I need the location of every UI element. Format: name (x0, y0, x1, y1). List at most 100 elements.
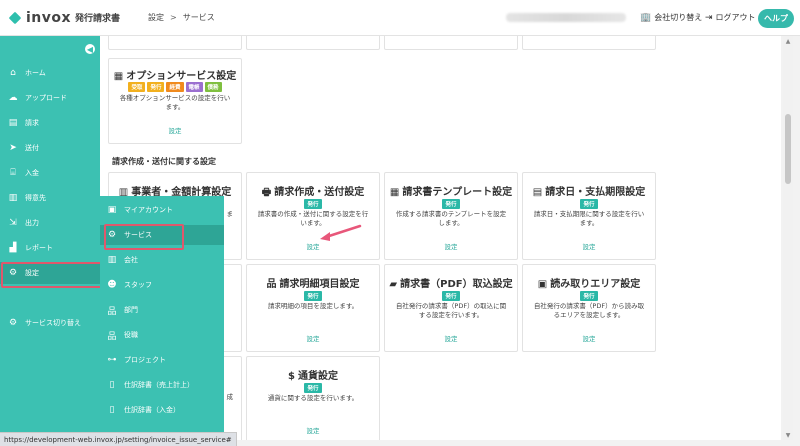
card-partial-top-4 (522, 36, 656, 50)
bank-icon: ⌸ (10, 168, 16, 178)
tag-issue: 発行 (580, 199, 598, 209)
tag-receive: 受取 (128, 82, 146, 92)
sidebar-item-upload[interactable]: ☁ アップロード (0, 87, 100, 109)
card-tags: 発行 (523, 291, 655, 301)
logo-subtitle: 発行請求書 (75, 14, 121, 24)
scroll-thumb[interactable] (785, 114, 791, 184)
logout-icon: ⇥ (705, 12, 713, 23)
annotation-arrow-icon (320, 224, 362, 241)
switch-icon: ⚙ (8, 318, 18, 328)
book-icon: ▯ (109, 380, 115, 390)
tag-issue: 発行 (304, 291, 322, 301)
card-tags: 発行 (247, 199, 379, 209)
card-settings-link[interactable]: 設定 (385, 241, 517, 251)
card-title: ▣ 読み取りエリア設定 (537, 279, 641, 290)
submenu-item-my-account[interactable]: ▣ マイアカウント (100, 200, 224, 220)
card-title: ▤ 請求日・支払期限設定 (532, 187, 646, 198)
switch-company-link[interactable]: 🏢 会社切り替え (640, 12, 702, 23)
card-title: ▦ 請求書テンプレート設定 (389, 187, 513, 198)
sidebar-item-send[interactable]: ➤ 送付 (0, 137, 100, 159)
collapse-sidebar-icon[interactable]: ◀ (85, 44, 95, 54)
card-title: 品請求明細項目設定 (266, 279, 360, 290)
pdf-icon: ▰ (389, 279, 398, 290)
card-settings-link[interactable]: 設定 (523, 333, 655, 343)
scrollbar[interactable]: ▲ ▼ (783, 36, 793, 440)
scan-icon: ▣ (537, 279, 548, 290)
document-icon: ▤ (8, 118, 18, 128)
printer-icon: 🖶 (261, 187, 272, 198)
tag-issue: 発行 (580, 291, 598, 301)
tag-debt: 債務 (204, 82, 222, 92)
logout-label: ログアウト (715, 13, 756, 22)
card-settings-link[interactable]: 設定 (385, 333, 517, 343)
settings-submenu: ▣ マイアカウント ⚙ サービス ▥ 会社 ☻ スタッフ 品部門 品役職 ⊶ プロジェクト… (100, 196, 224, 446)
logout-link[interactable]: ⇥ ログアウト (705, 12, 756, 23)
card-desc: 請求明細の項目を設定します。 (267, 302, 359, 310)
cloud-upload-icon: ☁ (8, 93, 18, 103)
gears-icon: ⚙ (107, 230, 117, 240)
card-read-area: ▣ 読み取りエリア設定 発行 自社発行の請求書（PDF）から読み取るエリアを設定し… (522, 264, 656, 352)
gear-icon: ⚙ (8, 268, 18, 278)
switch-company-label: 会社切り替え (654, 13, 703, 22)
user-icon: ▣ (107, 205, 117, 215)
tag-issue: 発行 (304, 383, 322, 393)
card-tags: 発行 (385, 199, 517, 209)
card-settings-link[interactable]: 設定 (247, 425, 379, 435)
card-partial-top-3 (384, 36, 518, 50)
submenu-item-position[interactable]: 品役職 (100, 325, 224, 345)
sidebar-item-payment[interactable]: ⌸ 入金 (0, 162, 100, 184)
sidebar: ◀ ⌂ ホーム ☁ アップロード ▤ 請求 ➤ 送付 ⌸ 入金 ▥ 得意先 ⇲ 出力 ▟ レポー… (0, 36, 103, 446)
submenu-item-service[interactable]: ⚙ サービス (100, 224, 224, 250)
sidebar-item-customers[interactable]: ▥ 得意先 (0, 187, 100, 209)
blurred-user-info (506, 13, 626, 22)
option-tags: 受取 発行 経費 電帳 債務 (109, 82, 241, 92)
submenu-item-project[interactable]: ⊶ プロジェクト (100, 350, 224, 370)
card-invoice-pdf-import: ▰ 請求書（PDF）取込設定 発行 自社発行の請求書（PDF）の取込に関する設定を… (384, 264, 518, 352)
help-button[interactable]: ヘルプ (758, 9, 794, 28)
scroll-up-icon[interactable]: ▲ (783, 36, 793, 46)
scroll-down-icon[interactable]: ▼ (783, 430, 793, 440)
grid-icon: ▦ (389, 187, 400, 198)
card-currency: $ 通貨設定 発行 通貨に関する設定を行います。 設定 (246, 356, 380, 440)
hierarchy-icon: 品 (107, 306, 117, 317)
sidebar-item-switch-service[interactable]: ⚙ サービス切り替え (0, 312, 100, 334)
card-desc: 通貨に関する設定を行います。 (267, 394, 359, 402)
breadcrumb-separator-icon: > (170, 13, 177, 22)
sidebar-item-home[interactable]: ⌂ ホーム (0, 62, 100, 84)
card-tags: 発行 (523, 199, 655, 209)
card-partial-top-2 (246, 36, 380, 50)
users-icon: ☻ (107, 280, 117, 290)
option-service-card: ▦ オプションサービス設定 受取 発行 経費 電帳 債務 各種オプションサービスの… (108, 58, 242, 144)
hierarchy-icon: 品 (266, 279, 277, 290)
option-service-settings-link[interactable]: 設定 (109, 125, 241, 135)
card-settings-link[interactable]: 設定 (247, 241, 379, 251)
submenu-item-journal-sales[interactable]: ▯ 仕訳辞書（売上計上） (100, 375, 224, 395)
card-tags: 発行 (247, 383, 379, 393)
submenu-item-journal-payment[interactable]: ▯ 仕訳辞書（入金） (100, 400, 224, 420)
card-invoice-template: ▦ 請求書テンプレート設定 発行 作成する請求書のテンプレートを設定します。 設定 (384, 172, 518, 260)
chart-icon: ▟ (9, 243, 17, 253)
submenu-item-department[interactable]: 品部門 (100, 300, 224, 320)
home-icon: ⌂ (10, 68, 16, 78)
option-service-desc: 各種オプションサービスの設定を行います。 (119, 94, 231, 111)
breadcrumb: 設定 > サービス (148, 12, 215, 23)
office-icon: ▥ (107, 255, 117, 265)
card-title: ▰ 請求書（PDF）取込設定 (389, 279, 513, 290)
breadcrumb-settings[interactable]: 設定 (148, 12, 164, 23)
logo-icon (8, 11, 22, 25)
book-icon: ▯ (109, 405, 115, 415)
submenu-item-staff[interactable]: ☻ スタッフ (100, 275, 224, 295)
sidebar-item-report[interactable]: ▟ レポート (0, 237, 100, 259)
card-desc: 自社発行の請求書（PDF）から読み取るエリアを設定します。 (533, 302, 645, 319)
sidebar-item-export[interactable]: ⇲ 出力 (0, 212, 100, 234)
sidebar-item-settings[interactable]: ⚙ 設定 (0, 262, 103, 288)
sidebar-item-invoice[interactable]: ▤ 請求 (0, 112, 100, 134)
submenu-item-company[interactable]: ▥ 会社 (100, 250, 224, 270)
card-settings-link[interactable]: 設定 (523, 241, 655, 251)
app-header: invox 発行請求書 設定 > サービス 🏢 会社切り替え ⇥ ログアウト ヘ… (0, 0, 800, 36)
status-url: https://development-web.invox.jp/setting… (0, 432, 237, 446)
card-tags: 発行 (247, 291, 379, 301)
tag-issue: 発行 (442, 291, 460, 301)
logo[interactable]: invox 発行請求書 (8, 10, 134, 26)
card-settings-link[interactable]: 設定 (247, 333, 379, 343)
